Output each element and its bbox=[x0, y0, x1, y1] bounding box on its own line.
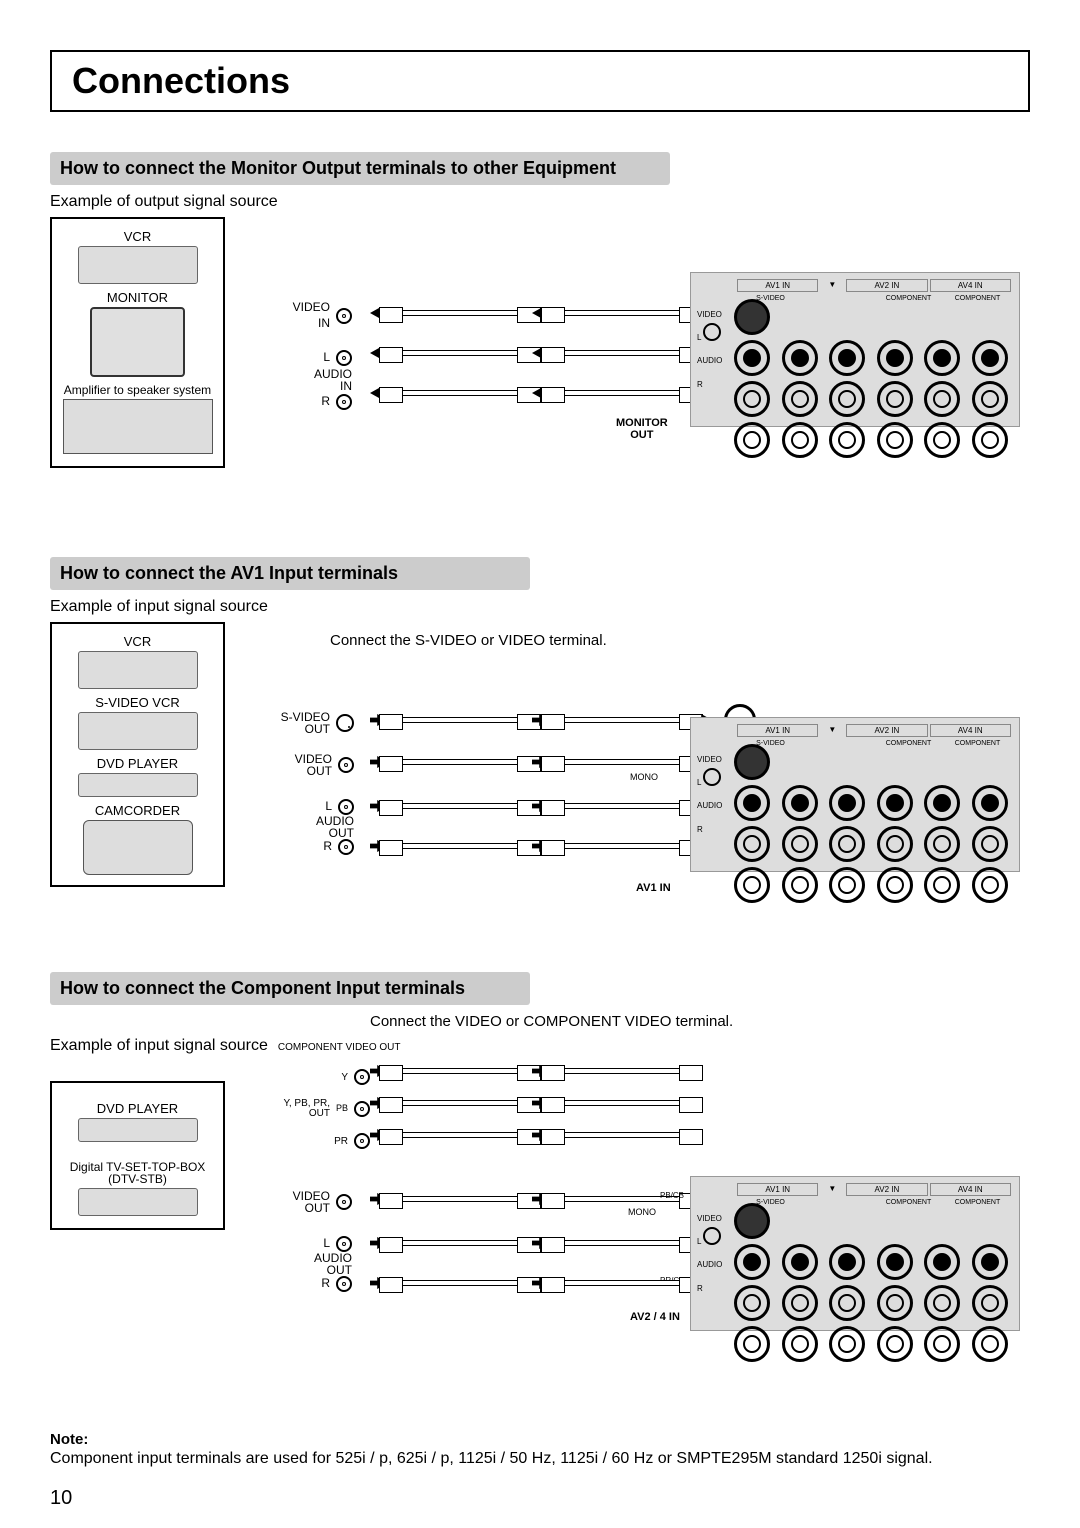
mono-label: MONO bbox=[630, 772, 658, 782]
illustration-vcr2 bbox=[78, 651, 198, 689]
page-number: 10 bbox=[50, 1487, 72, 1510]
panel3-side: VIDEOLAUDIOR bbox=[697, 1207, 722, 1300]
section2-diagram: Connect the S-VIDEO or VIDEO terminal. S… bbox=[250, 622, 1020, 932]
label-svcr: S-VIDEO VCR bbox=[58, 695, 217, 710]
section2-heading: How to connect the AV1 Input terminals bbox=[50, 557, 530, 590]
component-out-label: COMPONENT VIDEO OUT bbox=[278, 1042, 401, 1053]
rear-panel-2: AV1 IN▼AV2 INAV4 IN S-VIDEOCOMPONENTCOMP… bbox=[690, 717, 1020, 872]
s2-panel-label: AV1 IN bbox=[636, 882, 671, 894]
section-component-input: How to connect the Component Input termi… bbox=[50, 962, 1030, 1401]
illustration-dvd bbox=[78, 773, 198, 797]
svideo-jack bbox=[734, 299, 770, 335]
label-vcr2: VCR bbox=[58, 634, 217, 649]
label-dvd3: DVD PLAYER bbox=[58, 1101, 217, 1116]
s1-io-labels: VIDEOIN L AUDIOIN R bbox=[280, 295, 352, 423]
s3-io-labels-bottom: VIDEOOUT L AUDIOOUT R bbox=[280, 1181, 352, 1305]
section1-heading: How to connect the Monitor Output termin… bbox=[50, 152, 670, 185]
mono-label-2: MONO bbox=[628, 1207, 656, 1217]
panel2-side: VIDEOLAUDIOR bbox=[697, 748, 722, 841]
s3-tip: Connect the VIDEO or COMPONENT VIDEO ter… bbox=[370, 1013, 733, 1030]
panel1-side: VIDEOLAUDIOR bbox=[697, 303, 722, 396]
section-av1-input: How to connect the AV1 Input terminals E… bbox=[50, 547, 1030, 932]
rear-panel-3: AV1 IN▼AV2 INAV4 IN S-VIDEOCOMPONENTCOMP… bbox=[690, 1176, 1020, 1331]
section3-caption: Example of input signal source bbox=[50, 1037, 268, 1055]
section2-caption: Example of input signal source bbox=[50, 598, 1030, 616]
section1-caption: Example of output signal source bbox=[50, 193, 1030, 211]
note-body: Component input terminals are used for 5… bbox=[50, 1450, 1010, 1468]
illustration-monitor bbox=[90, 307, 185, 377]
label-amp: Amplifier to speaker system bbox=[58, 383, 217, 397]
s2-tip: Connect the S-VIDEO or VIDEO terminal. bbox=[330, 632, 607, 649]
section3-diagram: Y Y, PB, PR,OUTPB PR VIDEOOUT L AUDIOOUT… bbox=[250, 1061, 1020, 1401]
s3-io-labels-top: Y Y, PB, PR,OUTPB PR bbox=[280, 1061, 370, 1157]
section1-examples: VCR MONITOR Amplifier to speaker system bbox=[50, 217, 225, 468]
panel2-header: AV1 IN▼AV2 INAV4 IN bbox=[737, 724, 1011, 737]
label-monitor: MONITOR bbox=[58, 290, 217, 305]
rear-panel-1: AV1 IN▼AV2 INAV4 IN S-VIDEOCOMPONENTCOMP… bbox=[690, 272, 1020, 427]
label-cam: CAMCORDER bbox=[58, 803, 217, 818]
label-vcr: VCR bbox=[58, 229, 217, 244]
note-heading: Note: bbox=[50, 1431, 1030, 1448]
section3-heading: How to connect the Component Input termi… bbox=[50, 972, 530, 1005]
label-dvd: DVD PLAYER bbox=[58, 756, 217, 771]
section2-examples: VCR S-VIDEO VCR DVD PLAYER CAMCORDER bbox=[50, 622, 225, 887]
s2-io-labels: S-VIDEOOUT VIDEOOUT L AUDIOOUT R bbox=[280, 702, 354, 868]
label-stb2: (DTV-STB) bbox=[58, 1172, 217, 1186]
illustration-svideo-vcr bbox=[78, 712, 198, 750]
illustration-amplifier bbox=[63, 399, 213, 454]
panel3-header: AV1 IN▼AV2 INAV4 IN bbox=[737, 1183, 1011, 1196]
s3-panel-label: AV2 / 4 IN bbox=[630, 1311, 680, 1323]
illustration-stb bbox=[78, 1188, 198, 1216]
s1-panel-label: MONITOR OUT bbox=[616, 417, 668, 441]
illustration-vcr bbox=[78, 246, 198, 284]
illustration-camcorder bbox=[83, 820, 193, 875]
panel1-header: AV1 IN▼AV2 INAV4 IN bbox=[737, 279, 1011, 292]
page-title: Connections bbox=[72, 60, 1008, 102]
pbcb-label: PB/CB bbox=[660, 1191, 684, 1200]
section1-diagram: VIDEOIN L AUDIOIN R MONITOR OUT AV1 IN▼A… bbox=[250, 217, 1020, 517]
section3-examples: DVD PLAYER Digital TV-SET-TOP-BOX (DTV-S… bbox=[50, 1081, 225, 1230]
section-monitor-output: How to connect the Monitor Output termin… bbox=[50, 142, 1030, 517]
illustration-dvd2 bbox=[78, 1118, 198, 1142]
title-frame: Connections bbox=[50, 50, 1030, 112]
